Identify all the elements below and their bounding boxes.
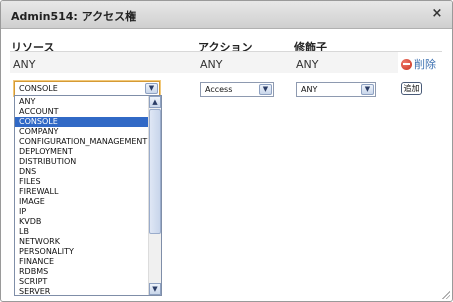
dropdown-option[interactable]: CONSOLE bbox=[15, 117, 148, 127]
dropdown-option[interactable]: FILES bbox=[15, 177, 148, 187]
scroll-up-icon[interactable]: ▲ bbox=[149, 96, 161, 108]
action-select[interactable]: Access ▼ bbox=[200, 82, 274, 97]
dropdown-option[interactable]: SCRIPT bbox=[15, 277, 148, 287]
row-modifier-value: ANY bbox=[296, 58, 319, 71]
dropdown-option[interactable]: PERSONALITY bbox=[15, 247, 148, 257]
dialog-titlebar[interactable]: Admin514: アクセス権 × bbox=[1, 1, 452, 29]
dialog-title: Admin514: アクセス権 bbox=[11, 10, 137, 23]
dropdown-option[interactable]: IMAGE bbox=[15, 197, 148, 207]
dropdown-option[interactable]: ACCOUNT bbox=[15, 107, 148, 117]
dropdown-option[interactable]: IP bbox=[15, 207, 148, 217]
dropdown-option[interactable]: RDBMS bbox=[15, 267, 148, 277]
chevron-down-icon[interactable]: ▼ bbox=[259, 84, 272, 95]
chevron-down-icon[interactable]: ▼ bbox=[361, 84, 374, 95]
dropdown-scrollbar[interactable]: ▲ ▼ bbox=[148, 96, 161, 295]
dropdown-option[interactable]: SERVER bbox=[15, 287, 148, 295]
dropdown-option[interactable]: DISTRIBUTION bbox=[15, 157, 148, 167]
resource-dropdown-list[interactable]: ANY ACCOUNT CONSOLE COMPANY CONFIGURATION_MA… bbox=[14, 95, 162, 296]
dropdown-option[interactable]: KVDB bbox=[15, 217, 148, 227]
scroll-down-icon[interactable]: ▼ bbox=[149, 283, 161, 295]
close-icon[interactable]: × bbox=[430, 7, 444, 21]
modifier-select[interactable]: ANY ▼ bbox=[296, 82, 376, 97]
resource-select[interactable]: CONSOLE ▼ bbox=[14, 81, 160, 96]
delete-icon bbox=[401, 58, 412, 70]
scroll-thumb[interactable] bbox=[149, 109, 161, 234]
dropdown-option[interactable]: LB bbox=[15, 227, 148, 237]
dropdown-options: ANY ACCOUNT CONSOLE COMPANY CONFIGURATION_MA… bbox=[15, 97, 148, 295]
dropdown-option[interactable]: DEPLOYMENT bbox=[15, 147, 148, 157]
row-action-value: ANY bbox=[200, 58, 223, 71]
resource-select-value: CONSOLE bbox=[19, 84, 58, 93]
action-select-value: Access bbox=[205, 85, 233, 94]
dropdown-option[interactable]: FINANCE bbox=[15, 257, 148, 267]
resize-grip-icon[interactable] bbox=[440, 289, 450, 299]
dropdown-option[interactable]: CONFIGURATION_MANAGEMENT bbox=[15, 137, 148, 147]
add-button[interactable]: 追加 bbox=[401, 82, 422, 95]
dropdown-option[interactable]: ANY bbox=[15, 97, 148, 107]
dropdown-option[interactable]: COMPANY bbox=[15, 127, 148, 137]
delete-label: 削除 bbox=[414, 58, 436, 71]
row-resource-value: ANY bbox=[13, 58, 36, 71]
access-rights-dialog: Admin514: アクセス権 × リソース アクション 修飾子 ANY ANY… bbox=[0, 0, 453, 302]
delete-button[interactable]: 削除 bbox=[401, 56, 436, 72]
dropdown-option[interactable]: FIREWALL bbox=[15, 187, 148, 197]
chevron-down-icon[interactable]: ▼ bbox=[145, 83, 158, 94]
dropdown-option[interactable]: DNS bbox=[15, 167, 148, 177]
dropdown-option[interactable]: NETWORK bbox=[15, 237, 148, 247]
modifier-select-value: ANY bbox=[301, 85, 318, 94]
